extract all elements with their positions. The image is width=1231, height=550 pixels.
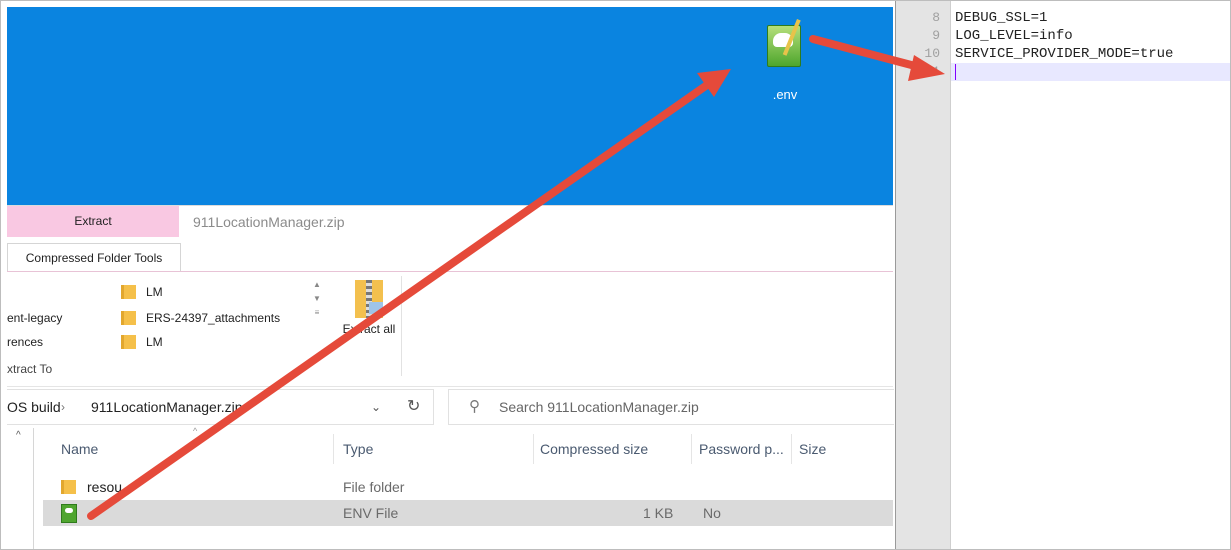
row-name: resou: [87, 479, 123, 495]
folder-icon: [121, 335, 136, 349]
address-bar[interactable]: OS build › 911LocationManager.zip ⌄ ↻: [7, 389, 434, 425]
ribbon-group-label: xtract To: [7, 362, 53, 376]
ribbon-destination-item[interactable]: rences: [7, 332, 43, 352]
env-desktop-icon[interactable]: .env: [755, 19, 815, 109]
destination-label: ERS-24397_attachments: [146, 311, 281, 325]
breadcrumb-os-build[interactable]: OS build: [7, 390, 61, 424]
search-icon: ⚲: [469, 398, 480, 415]
line-number: 8: [932, 10, 940, 25]
current-line-highlight: [951, 63, 1230, 81]
table-row-selected[interactable]: ENV File 1 KB No: [43, 500, 893, 526]
line-text: SERVICE_PROVIDER_MODE=true: [955, 46, 1174, 62]
extract-all-button[interactable]: Extract all: [341, 280, 397, 358]
destination-label: LM: [146, 285, 163, 299]
column-header-password[interactable]: Password p...: [699, 428, 784, 466]
ribbon-divider: [401, 276, 402, 376]
row-type: File folder: [343, 479, 405, 495]
desktop-icon-label: .env: [772, 87, 798, 102]
desktop: .env: [7, 7, 893, 205]
table-row[interactable]: resou File folder: [43, 474, 893, 500]
destination-label: LM: [146, 335, 163, 349]
folder-icon: [121, 311, 136, 325]
screenshot-frame: .env Extract 911LocationManager.zip Comp…: [0, 0, 1231, 550]
breadcrumb-zip[interactable]: 911LocationManager.zip: [91, 390, 243, 424]
chevron-up-icon[interactable]: ^: [16, 430, 21, 441]
line-number: 11: [924, 64, 940, 79]
column-header-type[interactable]: Type: [343, 428, 373, 466]
folder-icon: [61, 480, 76, 494]
text-editor[interactable]: 8 DEBUG_SSL=1 9 LOG_LEVEL=info 10 SERVIC…: [895, 1, 1230, 549]
gallery-scroll-arrows[interactable]: ▲ ▼ ≡: [311, 278, 323, 342]
file-explorer-window: Extract 911LocationManager.zip Compresse…: [7, 205, 894, 549]
ribbon-destination-lm-2[interactable]: LM: [121, 332, 163, 352]
ribbon: ent-legacy rences LM ERS-24397_attachmen…: [7, 271, 893, 387]
row-type: ENV File: [343, 505, 399, 521]
column-headers: ^ Name Type Compressed size Password p..…: [43, 426, 893, 466]
ribbon-destination-lm[interactable]: LM: [121, 282, 163, 302]
line-text: DEBUG_SSL=1: [955, 10, 1048, 26]
column-header-name[interactable]: Name: [61, 428, 98, 466]
window-title: 911LocationManager.zip: [193, 214, 345, 230]
line-number: 9: [932, 28, 940, 43]
line-number: 10: [924, 46, 940, 61]
ribbon-destination-attachments[interactable]: ERS-24397_attachments: [121, 308, 280, 328]
refresh-icon[interactable]: ↻: [407, 390, 420, 424]
extract-all-label: Extract all: [342, 322, 396, 336]
column-header-size[interactable]: Size: [799, 428, 826, 466]
notepad-plus-plus-file-icon: [763, 19, 807, 67]
tab-compressed-folder-tools[interactable]: Compressed Folder Tools: [7, 243, 181, 272]
chevron-down-icon[interactable]: ⌄: [371, 390, 381, 424]
zip-folder-icon: [355, 280, 383, 318]
line-text: LOG_LEVEL=info: [955, 28, 1073, 44]
row-password: No: [703, 505, 721, 521]
search-box[interactable]: ⚲ Search 911LocationManager.zip: [448, 389, 894, 425]
sort-indicator-icon: ^: [193, 426, 198, 436]
line-number-gutter: [896, 1, 951, 549]
notepad-plus-plus-file-icon: [61, 504, 77, 523]
folder-icon: [121, 285, 136, 299]
chevron-right-icon: ›: [61, 400, 65, 414]
ribbon-destination-item[interactable]: ent-legacy: [7, 308, 62, 328]
column-header-compressed-size[interactable]: Compressed size: [540, 428, 648, 466]
row-compressed-size: 1 KB: [643, 505, 674, 521]
navigation-pane[interactable]: ^: [7, 428, 34, 549]
search-placeholder: Search 911LocationManager.zip: [499, 399, 699, 415]
tab-extract[interactable]: Extract: [7, 206, 179, 237]
text-caret: [955, 64, 956, 80]
